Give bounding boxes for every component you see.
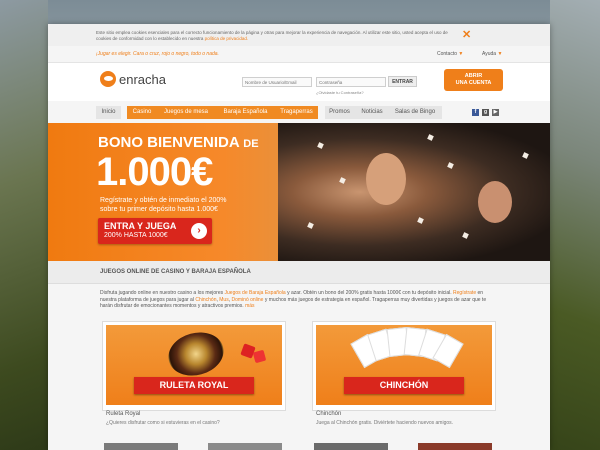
- nav-noticias[interactable]: Noticias: [357, 106, 387, 119]
- background-left: [0, 0, 48, 450]
- confetti: [317, 142, 324, 149]
- top-bar: ¡Jugar es elegir. Cara o cruz, rojo o ne…: [48, 46, 550, 63]
- nav-salas-de-bingo[interactable]: Salas de Bingo: [390, 106, 440, 119]
- cookie-message: Este sitio emplea cookies esenciales par…: [96, 30, 448, 41]
- nav-baraja-espanola[interactable]: Baraja Española: [217, 106, 274, 119]
- banner-description: Regístrate y obtén de inmediato el 200% …: [100, 196, 270, 214]
- link-mas[interactable]: más: [245, 303, 254, 309]
- banner-title-de: DE: [243, 138, 259, 150]
- entra-y-juega-button[interactable]: ENTRA Y JUEGA 200% HASTA 1000€ ›: [98, 218, 212, 244]
- background-right: [550, 0, 600, 450]
- google-plus-icon[interactable]: g: [482, 109, 489, 116]
- promo-banner[interactable]: BONO BIENVENIDA DE 1.000€ Regístrate y o…: [48, 123, 550, 261]
- ayuda-link[interactable]: Ayuda ▼: [482, 51, 502, 57]
- slogan: ¡Jugar es elegir. Cara o cruz, rojo o ne…: [96, 51, 219, 57]
- confetti: [427, 134, 434, 141]
- celebration-photo: [278, 123, 550, 261]
- ruleta-image: RULETA ROYAL: [106, 325, 282, 405]
- chevron-down-icon: ▼: [458, 51, 464, 57]
- banner-amount: 1.000€: [96, 150, 213, 194]
- banner-desc-line2: sobre tu primer depósito hasta 1.000€: [100, 206, 218, 213]
- youtube-icon[interactable]: ▶: [492, 109, 499, 116]
- username-input[interactable]: [242, 77, 312, 87]
- ruleta-title[interactable]: Ruleta Royal: [106, 411, 140, 417]
- open-account-button[interactable]: ABRIR UNA CUENTA: [444, 69, 503, 91]
- link-domino[interactable]: Dominó online: [232, 297, 264, 303]
- section-heading: JUEGOS ONLINE DE CASINO Y BARAJA ESPAÑOL…: [100, 269, 251, 275]
- logo-text: enracha: [119, 72, 166, 87]
- main-nav: Inicio Casino Juegos de mesa Baraja Espa…: [48, 101, 550, 124]
- chinchon-title[interactable]: Chinchón: [316, 411, 341, 417]
- intro-paragraph: Disfruta jugando online en nuestro casin…: [100, 290, 498, 310]
- confetti: [522, 152, 529, 159]
- confetti: [462, 232, 469, 239]
- banner-title: BONO BIENVENIDA DE: [98, 134, 259, 151]
- chinchon-banner-label: CHINCHÓN: [344, 377, 464, 394]
- chinchon-image: CHINCHÓN: [316, 325, 492, 405]
- nav-promos[interactable]: Promos: [326, 106, 353, 119]
- confetti: [307, 222, 314, 229]
- game-thumbnail[interactable]: [418, 443, 492, 450]
- contacto-link[interactable]: Contacto ▼: [437, 51, 463, 57]
- chinchon-subtitle: Juega al Chinchón gratis. Diviértete hac…: [316, 420, 454, 426]
- confetti: [339, 177, 346, 184]
- confetti: [417, 217, 424, 224]
- game-thumbnail[interactable]: [314, 443, 388, 450]
- privacy-policy-link[interactable]: política de privacidad.: [205, 36, 249, 41]
- game-thumbnail[interactable]: [208, 443, 282, 450]
- ayuda-label: Ayuda: [482, 51, 497, 57]
- game-card-ruleta[interactable]: RULETA ROYAL: [102, 321, 286, 411]
- nav-juegos-de-mesa[interactable]: Juegos de mesa: [158, 106, 214, 119]
- header: enracha ¿Olvidaste tu Contraseña? ENTRAR…: [48, 63, 550, 101]
- link-mus[interactable]: Mus: [219, 297, 228, 303]
- roulette-wheel-icon: [163, 326, 229, 382]
- open-account-line2: UNA CUENTA: [455, 79, 492, 86]
- ruleta-subtitle: ¿Quieres disfrutar como si estuvieras en…: [106, 420, 220, 426]
- contacto-label: Contacto: [437, 51, 458, 57]
- game-card-chinchon[interactable]: CHINCHÓN: [312, 321, 496, 411]
- intro-text: Disfruta jugando online en nuestro casin…: [100, 290, 225, 296]
- page: Este sitio emplea cookies esenciales par…: [48, 24, 550, 450]
- cookie-notice: Este sitio emplea cookies esenciales par…: [48, 24, 550, 46]
- banner-desc-line1: Regístrate y obtén de inmediato el 200%: [100, 197, 227, 204]
- nav-inicio[interactable]: Inicio: [96, 106, 121, 119]
- cta-line1: ENTRA Y JUEGA: [104, 221, 177, 231]
- person-image: [366, 153, 406, 205]
- banner-title-text: BONO BIENVENIDA: [98, 134, 240, 151]
- nav-tragaperras[interactable]: Tragaperras: [277, 106, 316, 119]
- ruleta-banner-label: RULETA ROYAL: [134, 377, 254, 394]
- login-button[interactable]: ENTRAR: [388, 76, 417, 87]
- forgot-password-link[interactable]: ¿Olvidaste tu Contraseña?: [316, 90, 364, 95]
- nav-casino[interactable]: Casino: [129, 106, 155, 119]
- chevron-down-icon: ▼: [497, 51, 503, 57]
- section-heading-bar: JUEGOS ONLINE DE CASINO Y BARAJA ESPAÑOL…: [48, 261, 550, 284]
- cookie-text: Este sitio emplea cookies esenciales par…: [96, 30, 456, 41]
- game-thumbnail[interactable]: [104, 443, 178, 450]
- arrow-right-icon: ›: [191, 223, 207, 239]
- dice-icon: [252, 349, 267, 364]
- close-icon[interactable]: ✕: [462, 28, 471, 41]
- password-input[interactable]: [316, 77, 386, 87]
- logo-icon: [100, 71, 116, 87]
- person-image: [478, 181, 512, 223]
- cta-line2: 200% HASTA 1000€: [104, 232, 168, 239]
- intro-text: y azar. Obtén un bono del 200% gratis ha…: [285, 290, 454, 296]
- link-registrate[interactable]: Regístrate: [453, 290, 476, 296]
- confetti: [447, 162, 454, 169]
- facebook-icon[interactable]: f: [472, 109, 479, 116]
- link-juegos-baraja[interactable]: Juegos de Baraja Española: [225, 290, 286, 296]
- link-chinchon[interactable]: Chinchón: [195, 297, 216, 303]
